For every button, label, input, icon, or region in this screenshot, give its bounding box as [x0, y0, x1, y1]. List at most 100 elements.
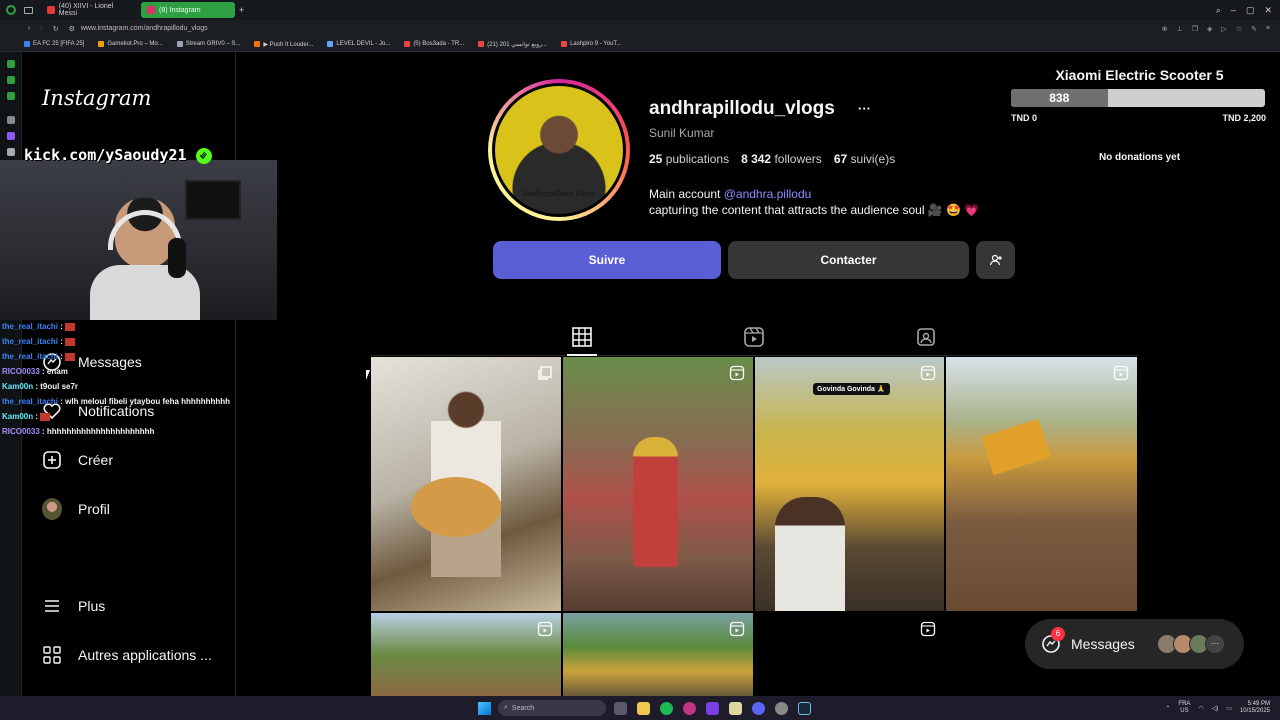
post-tile[interactable]	[563, 357, 753, 611]
more-avatars: ···	[1204, 634, 1225, 654]
spotify-icon[interactable]	[660, 701, 673, 715]
messages-pill[interactable]: 6 Messages ···	[1025, 619, 1244, 669]
reels-icon	[920, 621, 936, 637]
sidebar-item-other-apps[interactable]: Autres applications ...	[42, 643, 212, 667]
post-tile[interactable]	[946, 357, 1137, 611]
search-tabs-icon[interactable]: ⌕	[1216, 5, 1221, 16]
bookmark-item[interactable]: (21) روبع توانسي 201...	[478, 41, 547, 48]
instagram-logo[interactable]: Instagram	[42, 86, 151, 110]
shield-icon[interactable]: ◈	[1207, 25, 1212, 33]
wifi-icon[interactable]: ◠	[1198, 705, 1203, 712]
verified-icon: ✓	[195, 147, 212, 164]
bookmark-item[interactable]: Stream GRIV0 – S...	[176, 41, 240, 47]
bio-mention-link[interactable]: @andhra.pillodu	[724, 187, 812, 201]
followers-stat[interactable]: 8 342 followers	[741, 152, 822, 166]
volume-icon[interactable]: ◁)	[1212, 705, 1219, 712]
battery-icon[interactable]: ▭	[1226, 705, 1232, 712]
clock[interactable]: 5:49 PM 10/15/2025	[1240, 701, 1270, 715]
close-window-button[interactable]: ✕	[1264, 5, 1272, 16]
post-tile[interactable]	[755, 613, 944, 696]
copy-icon[interactable]: ❐	[1192, 25, 1198, 33]
tagged-icon	[917, 328, 935, 346]
minimize-button[interactable]: –	[1231, 5, 1236, 16]
sidebar-app-icon[interactable]	[6, 132, 15, 140]
url-field[interactable]: www.instagram.com/andhrapillodu_vlogs	[81, 25, 208, 32]
maximize-button[interactable]: ▢	[1246, 5, 1255, 16]
sidebar-app-icon[interactable]	[6, 76, 15, 84]
browser-tab-bar: (40) XIIVI - Lionel Messi (8) Instagram …	[0, 0, 1280, 20]
next-app-icon[interactable]	[706, 701, 719, 715]
reload-button[interactable]: ↻	[53, 25, 59, 33]
post-tile[interactable]	[371, 613, 561, 696]
sidebar-app-icon[interactable]	[6, 116, 15, 124]
tab-list-icon[interactable]	[24, 6, 33, 14]
discord-icon[interactable]	[752, 701, 765, 715]
sidebar-app-icon[interactable]	[6, 60, 15, 68]
suggest-user-button[interactable]	[976, 241, 1015, 279]
zoom-icon[interactable]: ⊕	[1162, 25, 1168, 33]
bookmark-item[interactable]: EA FC 25 [FIFA 25]	[24, 41, 84, 47]
bookmark-item[interactable]: ▶ Push It Louder...	[254, 41, 313, 48]
start-button[interactable]	[478, 701, 491, 715]
reels-icon	[920, 365, 936, 381]
sidebar-item-more[interactable]: Plus	[42, 594, 105, 618]
emote	[65, 337, 76, 346]
tab-youtube[interactable]: (40) XIIVI - Lionel Messi	[41, 2, 137, 18]
post-tile[interactable]: Govinda Govinda 🙏	[755, 357, 944, 611]
instagram-app-icon[interactable]	[683, 701, 696, 715]
instagram-icon	[147, 6, 155, 14]
steam-icon[interactable]	[798, 701, 811, 715]
profile-full-name: Sunil Kumar	[649, 126, 715, 140]
pin-icon[interactable]: ⊥	[1177, 25, 1183, 33]
language-indicator[interactable]: FRA US	[1178, 701, 1190, 715]
chevron-up-icon[interactable]: ⌃	[1165, 705, 1170, 712]
settings-icon[interactable]	[775, 701, 788, 715]
reels-icon	[537, 621, 553, 637]
reels-icon	[744, 327, 764, 347]
tab-reels[interactable]	[743, 326, 765, 348]
contact-button[interactable]: Contacter	[728, 241, 969, 279]
more-options-button[interactable]: ···	[858, 101, 871, 116]
forward-button[interactable]: ›	[40, 25, 42, 32]
post-tile[interactable]	[563, 613, 753, 696]
post-photo	[633, 437, 678, 567]
tab-posts-indicator	[567, 354, 597, 356]
bookmark-icon[interactable]: ☆	[1236, 25, 1242, 33]
notes-app-icon[interactable]	[729, 701, 742, 715]
extensions-icon[interactable]: ✎	[1251, 25, 1257, 33]
post-tile[interactable]	[371, 357, 561, 611]
taskbar-search[interactable]: ⌕ Search	[498, 700, 606, 716]
profile-avatar[interactable]: Andhrapillodu Vlogs	[488, 79, 630, 221]
avatar-caption: Andhrapillodu Vlogs	[522, 190, 596, 198]
follow-button[interactable]: Suivre	[493, 241, 721, 279]
browser-logo-icon	[6, 5, 16, 15]
plus-square-icon	[42, 450, 62, 470]
emote	[65, 322, 76, 331]
following-stat[interactable]: 67 suivi(e)s	[834, 152, 895, 166]
bookmark-item[interactable]: (5) Bos3ada - TR...	[404, 41, 464, 47]
bookmark-item[interactable]: LEVEL DEVIL - Jo...	[327, 41, 390, 47]
task-view-icon[interactable]	[614, 701, 627, 715]
sidebar-item-create[interactable]: Créer	[42, 448, 113, 472]
sidebar-app-icon[interactable]	[6, 148, 15, 156]
play-icon[interactable]: ▷	[1221, 25, 1226, 33]
messenger-icon: 6	[1041, 627, 1065, 654]
sidebar-app-icon[interactable]	[6, 92, 15, 100]
chat-message: the_real_itachi : wlh meloul fibeli ytay…	[2, 397, 231, 406]
bookmark-item[interactable]: Gamekot.Pro – Mo...	[98, 41, 163, 47]
posts-stat: 25 publications	[649, 152, 730, 166]
file-explorer-icon[interactable]	[637, 701, 650, 715]
tab-posts[interactable]	[571, 326, 593, 348]
bookmark-item[interactable]: Lashpiro 9 - YouT...	[561, 41, 621, 47]
tab-tagged[interactable]	[915, 326, 937, 348]
bookmarks-bar: EA FC 25 [FIFA 25] Gamekot.Pro – Mo... S…	[0, 37, 1280, 52]
tab-instagram[interactable]: (8) Instagram	[141, 2, 235, 18]
system-tray: ⌃ FRA US ◠ ◁) ▭ 5:49 PM 10/15/2025	[1165, 701, 1280, 715]
back-button[interactable]: ‹	[28, 25, 30, 32]
site-info-icon[interactable]: ⚙	[69, 25, 75, 33]
new-tab-button[interactable]: +	[239, 5, 244, 15]
donation-goal-widget: Xiaomi Electric Scooter 5 TND 0 TND 2,20…	[999, 53, 1280, 193]
sidebar-item-profile[interactable]: Profil	[42, 497, 110, 521]
mouse-cursor	[366, 370, 370, 380]
menu-icon[interactable]: ≡	[1266, 25, 1270, 33]
